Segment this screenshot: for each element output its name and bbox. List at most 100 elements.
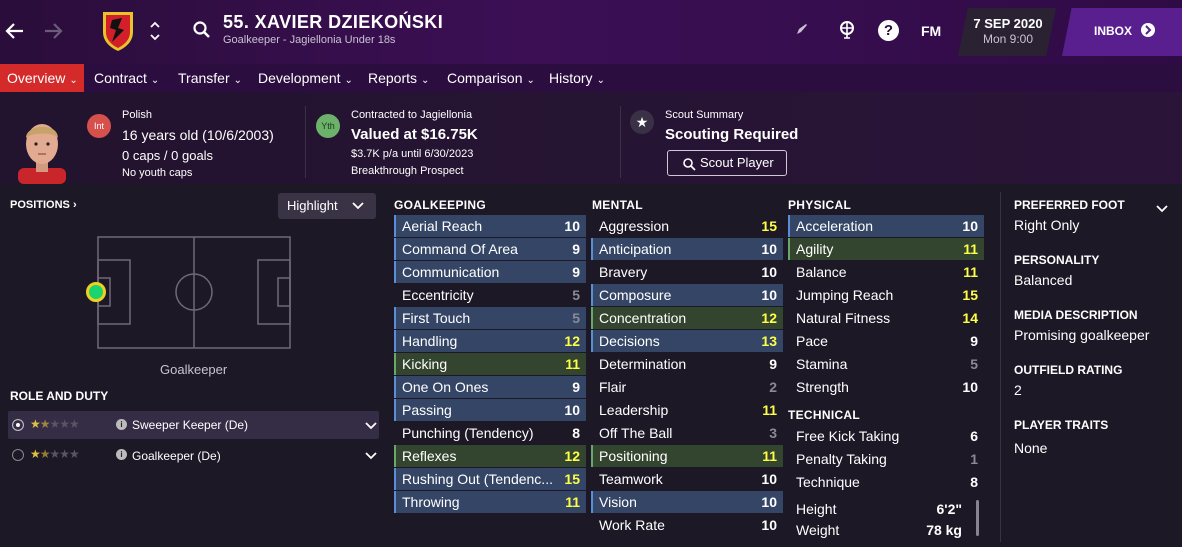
tab-label: Reports — [368, 70, 418, 86]
attr-value: 1 — [970, 451, 978, 467]
attr-name: Anticipation — [599, 241, 672, 257]
attr-row[interactable]: Jumping Reach 15 — [788, 284, 984, 306]
attr-row[interactable]: Positioning 11 — [591, 445, 783, 467]
personality: Balanced — [1014, 272, 1073, 288]
arrow-right-icon — [45, 23, 63, 39]
tab-comparison[interactable]: Comparison ⌄ — [441, 64, 541, 92]
attr-row[interactable]: Communication 9 — [394, 261, 586, 283]
attr-row[interactable]: Rushing Out (Tendenc... 15 — [394, 468, 586, 490]
player-subtitle[interactable]: Goalkeeper - Jagiellonia Under 18s — [223, 34, 395, 46]
attr-name: Leadership — [599, 402, 669, 418]
attr-row[interactable]: Vision 10 — [591, 491, 783, 513]
attr-name: Punching (Tendency) — [402, 425, 534, 441]
chevron-down-icon: ⌄ — [421, 75, 430, 86]
attr-row[interactable]: Acceleration 10 — [788, 215, 984, 237]
attr-value: 10 — [761, 241, 777, 257]
tab-label: Contract — [94, 70, 147, 86]
attr-row[interactable]: Stamina 5 — [788, 353, 984, 375]
attr-row[interactable]: Throwing 11 — [394, 491, 586, 513]
attr-row[interactable]: Punching (Tendency) 8 — [394, 422, 586, 444]
tab-transfer[interactable]: Transfer ⌄ — [172, 64, 248, 92]
attr-row[interactable]: Reflexes 12 — [394, 445, 586, 467]
attr-row[interactable]: Bravery 10 — [591, 261, 783, 283]
attr-value: 5 — [970, 356, 978, 372]
attr-row[interactable]: Off The Ball 3 — [591, 422, 783, 444]
contract-text[interactable]: Contracted to Jagiellonia — [351, 109, 472, 121]
info-icon[interactable]: i — [116, 419, 127, 430]
attr-row[interactable]: Decisions 13 — [591, 330, 783, 352]
attr-row[interactable]: First Touch 5 — [394, 307, 586, 329]
attr-row[interactable]: Strength 10 — [788, 376, 984, 398]
tab-label: Comparison — [447, 70, 523, 86]
globe-trophy-icon[interactable] — [837, 20, 857, 45]
attr-name: Aggression — [599, 218, 670, 234]
chevron-down-icon[interactable] — [365, 422, 377, 430]
attr-row[interactable]: Command Of Area 9 — [394, 238, 586, 260]
radio-unselected[interactable] — [12, 449, 24, 461]
chevron-down-icon: ⌄ — [344, 75, 353, 86]
chevron-down-icon: ⌄ — [69, 75, 78, 86]
attr-row[interactable]: Composure 10 — [591, 284, 783, 306]
attr-row[interactable]: Technique 8 — [788, 471, 984, 493]
attr-row[interactable]: One On Ones 9 — [394, 376, 586, 398]
back-button[interactable] — [2, 18, 28, 44]
search-icon — [683, 158, 696, 171]
attr-row[interactable]: Eccentricity 5 — [394, 284, 586, 306]
club-switch-arrows[interactable] — [148, 18, 162, 44]
player-caps: 0 caps / 0 goals — [122, 148, 214, 163]
attr-row[interactable]: Leadership 11 — [591, 399, 783, 421]
attr-row[interactable]: Balance 11 — [788, 261, 984, 283]
radio-selected[interactable] — [12, 419, 24, 431]
help-icon[interactable]: ? — [878, 20, 899, 41]
positions-title[interactable]: POSITIONS › — [10, 199, 77, 211]
info-icon[interactable]: i — [116, 449, 127, 460]
forward-button[interactable] — [40, 18, 66, 44]
position-marker-gk[interactable] — [86, 282, 106, 302]
attr-value: 11 — [963, 241, 978, 257]
nationality-badge[interactable]: Int — [87, 114, 111, 138]
tab-development[interactable]: Development ⌄ — [252, 64, 359, 92]
attr-row[interactable]: Handling 12 — [394, 330, 586, 352]
nationality[interactable]: Polish — [122, 109, 152, 121]
attr-row[interactable]: Aggression 15 — [591, 215, 783, 237]
chevron-down-icon[interactable] — [1156, 205, 1168, 213]
attr-name: Determination — [599, 356, 687, 372]
weight-value: 78 kg — [926, 522, 962, 538]
attr-row[interactable]: Flair 2 — [591, 376, 783, 398]
tab-overview[interactable]: Overview ⌄ — [1, 64, 84, 92]
attr-row[interactable]: Agility 11 — [788, 238, 984, 260]
attr-row[interactable]: Penalty Taking 1 — [788, 448, 984, 470]
role-stars: ★★★★★ — [30, 447, 80, 461]
attr-row[interactable]: Aerial Reach 10 — [394, 215, 586, 237]
tab-reports[interactable]: Reports ⌄ — [362, 64, 435, 92]
club-badge[interactable] — [100, 8, 136, 52]
attr-name: Penalty Taking — [796, 451, 887, 467]
attr-row[interactable]: Teamwork 10 — [591, 468, 783, 490]
attr-row[interactable]: Passing 10 — [394, 399, 586, 421]
attr-row[interactable]: Kicking 11 — [394, 353, 586, 375]
attr-row[interactable]: Natural Fitness 14 — [788, 307, 984, 329]
attr-row[interactable]: Determination 9 — [591, 353, 783, 375]
scout-title: Scout Summary — [665, 109, 744, 121]
tab-contract[interactable]: Contract ⌄ — [88, 64, 165, 92]
attr-name: Agility — [796, 241, 834, 257]
attr-row[interactable]: Work Rate 10 — [591, 514, 783, 536]
tab-history[interactable]: History ⌄ — [543, 64, 611, 92]
contract-badge[interactable]: Yth — [316, 114, 340, 138]
chevron-down-icon[interactable] — [365, 452, 377, 460]
search-icon[interactable] — [192, 20, 212, 45]
attr-row[interactable]: Pace 9 — [788, 330, 984, 352]
positions-title-text: POSITIONS — [10, 199, 70, 211]
attr-value: 11 — [565, 356, 580, 372]
scout-player-button[interactable]: Scout Player — [667, 150, 787, 176]
attr-row[interactable]: Free Kick Taking 6 — [788, 425, 984, 447]
highlight-dropdown[interactable]: Highlight — [278, 193, 376, 219]
attr-row[interactable]: Concentration 12 — [591, 307, 783, 329]
edit-icon[interactable] — [795, 22, 809, 41]
attr-name: Pace — [796, 333, 828, 349]
attr-row[interactable]: Anticipation 10 — [591, 238, 783, 260]
scrollbar[interactable] — [976, 500, 979, 536]
fm-menu-label[interactable]: FM — [921, 23, 941, 39]
attr-value: 10 — [761, 494, 777, 510]
attr-name: Jumping Reach — [796, 287, 894, 303]
